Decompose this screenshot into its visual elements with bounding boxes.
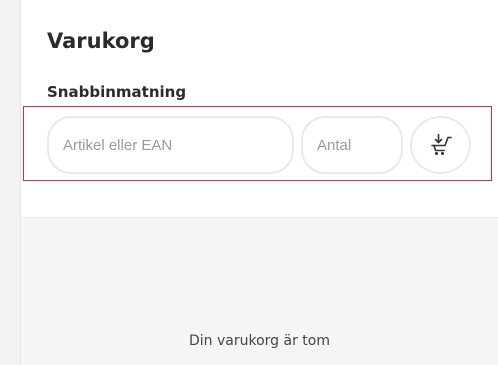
empty-cart-message: Din varukorg är tom: [189, 333, 330, 349]
left-sidebar-edge: [0, 0, 21, 365]
add-to-cart-button[interactable]: [410, 116, 471, 174]
cart-add-icon: [430, 133, 452, 155]
quantity-input[interactable]: [301, 116, 403, 174]
page-title: Varukorg: [47, 29, 155, 53]
article-or-ean-input[interactable]: [47, 116, 294, 174]
quick-entry-label: Snabbinmatning: [47, 83, 187, 101]
